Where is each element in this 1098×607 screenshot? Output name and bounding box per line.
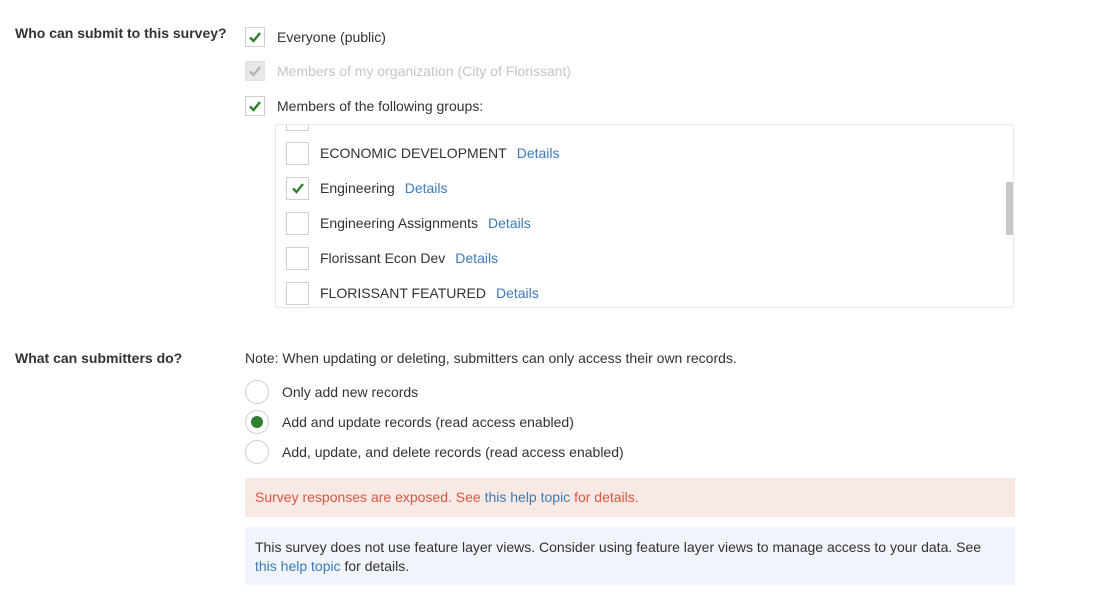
group-checkbox[interactable] bbox=[286, 176, 309, 200]
group-item-florissant-econ-dev[interactable]: Florissant Econ Dev Details bbox=[286, 246, 498, 270]
group-details-link[interactable]: Details bbox=[517, 145, 560, 161]
submitters-note: Note: When updating or deleting, submitt… bbox=[245, 350, 737, 366]
add-update-radio[interactable] bbox=[245, 410, 269, 434]
alert-info-help-link[interactable]: this help topic bbox=[255, 558, 341, 574]
org-members-option: Members of my organization (City of Flor… bbox=[245, 59, 571, 83]
group-item-florissant-featured[interactable]: FLORISSANT FEATURED Details bbox=[286, 281, 539, 305]
group-name: ECONOMIC DEVELOPMENT bbox=[320, 145, 507, 161]
org-members-label: Members of my organization (City of Flor… bbox=[277, 63, 572, 79]
responses-exposed-alert: Survey responses are exposed. See this h… bbox=[245, 478, 1015, 517]
everyone-public-label: Everyone (public) bbox=[277, 29, 386, 45]
only-add-radio[interactable] bbox=[245, 380, 269, 404]
checkmark-icon bbox=[249, 101, 261, 112]
group-item-economic-development[interactable]: ECONOMIC DEVELOPMENT Details bbox=[286, 141, 560, 165]
what-can-submitters-do-label: What can submitters do? bbox=[15, 350, 183, 366]
group-name: Florissant Econ Dev bbox=[320, 250, 446, 266]
group-members-checkbox[interactable] bbox=[245, 96, 265, 116]
alert-danger-help-link[interactable]: this help topic bbox=[485, 489, 571, 505]
alert-danger-text: Survey responses are exposed. See bbox=[255, 489, 485, 505]
only-add-option[interactable]: Only add new records bbox=[245, 380, 418, 404]
everyone-public-option[interactable]: Everyone (public) bbox=[245, 25, 386, 49]
checkmark-icon bbox=[291, 183, 304, 194]
alert-info-text: This survey does not use feature layer v… bbox=[255, 539, 982, 555]
add-update-label: Add and update records (read access enab… bbox=[282, 414, 574, 430]
group-item-partial bbox=[286, 125, 309, 131]
group-members-label: Members of the following groups: bbox=[277, 98, 484, 114]
add-update-option[interactable]: Add and update records (read access enab… bbox=[245, 410, 574, 434]
group-details-link[interactable]: Details bbox=[496, 285, 539, 301]
add-update-delete-radio[interactable] bbox=[245, 440, 269, 464]
group-checkbox bbox=[286, 125, 309, 131]
group-checkbox[interactable] bbox=[286, 141, 309, 165]
group-name: Engineering bbox=[320, 180, 395, 196]
group-details-link[interactable]: Details bbox=[405, 180, 448, 196]
group-checkbox[interactable] bbox=[286, 281, 309, 305]
group-item-engineering-assignments[interactable]: Engineering Assignments Details bbox=[286, 211, 531, 235]
group-details-link[interactable]: Details bbox=[455, 250, 498, 266]
group-members-option[interactable]: Members of the following groups: bbox=[245, 94, 483, 118]
group-item-engineering[interactable]: Engineering Details bbox=[286, 176, 448, 200]
group-name: FLORISSANT FEATURED bbox=[320, 285, 486, 301]
group-list-scrollbar[interactable] bbox=[1006, 182, 1013, 235]
radio-selected-dot bbox=[251, 416, 263, 428]
checkmark-icon bbox=[249, 32, 261, 43]
alert-danger-text-end: for details. bbox=[570, 489, 639, 505]
group-checkbox[interactable] bbox=[286, 211, 309, 235]
feature-layer-views-info: This survey does not use feature layer v… bbox=[245, 527, 1015, 585]
group-details-link[interactable]: Details bbox=[488, 215, 531, 231]
group-checkbox[interactable] bbox=[286, 246, 309, 270]
add-update-delete-label: Add, update, and delete records (read ac… bbox=[282, 444, 624, 460]
everyone-public-checkbox[interactable] bbox=[245, 27, 265, 47]
alert-info-text-end: for details. bbox=[340, 558, 410, 574]
only-add-label: Only add new records bbox=[282, 384, 419, 400]
group-list[interactable]: ECONOMIC DEVELOPMENT Details Engineering… bbox=[275, 124, 1014, 308]
checkmark-icon bbox=[249, 66, 261, 77]
who-can-submit-label: Who can submit to this survey? bbox=[15, 25, 227, 41]
group-name: Engineering Assignments bbox=[320, 215, 478, 231]
org-members-checkbox bbox=[245, 61, 265, 81]
add-update-delete-option[interactable]: Add, update, and delete records (read ac… bbox=[245, 440, 624, 464]
